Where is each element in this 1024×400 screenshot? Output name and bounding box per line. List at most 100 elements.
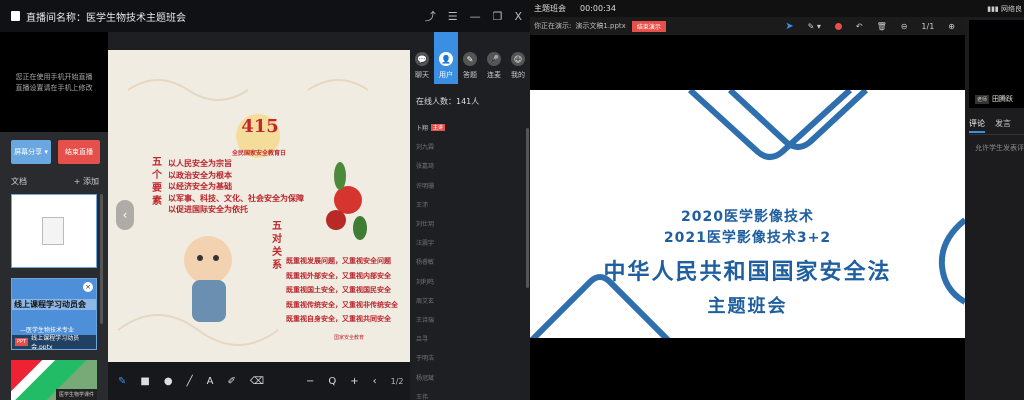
undo-icon[interactable]: ↶ <box>856 22 863 31</box>
list-item[interactable]: 王沛 <box>416 195 524 214</box>
line-tool-icon[interactable]: ╱ <box>187 376 193 387</box>
zoom-icon: Q <box>328 375 337 387</box>
pointer-icon[interactable]: ➤ <box>785 21 793 32</box>
poster-signature: 国家安全教育 <box>334 335 365 341</box>
file-type-badge: PPT <box>15 338 29 346</box>
list-item[interactable]: 刘仕玥 <box>416 214 524 233</box>
annotation-toolbar: ✎ ■ ● ╱ A ✐ ⌫ − Q + ‹ 1/2 › <box>108 362 422 400</box>
slide-subtitle: 主题班会 <box>707 296 788 317</box>
list-item[interactable]: 王伟 <box>416 387 524 400</box>
page-indicator: 1/2 <box>390 376 404 386</box>
restore-icon[interactable]: ❐ <box>493 10 503 23</box>
user-icon: 👤 <box>439 52 453 66</box>
circle-tool-icon[interactable]: ● <box>164 376 173 387</box>
poster-item: 以促进国际安全为依托 <box>168 205 248 214</box>
presenting-file: 演示文稿1.pptx <box>575 22 626 30</box>
comment-sidebar: ▮▮▮ 网络良 老师 田腾跃 评论 发言 允许学生发表评论 <box>965 0 1024 400</box>
slide-stage: 415 全民国家安全教育日 五个要素 以人民安全为宗旨 以政治安全为根本 以经济… <box>108 32 422 400</box>
poster-item: 既重视国土安全，又重视国民安全 <box>286 286 391 294</box>
tab-mic[interactable]: 🎤 连麦 <box>482 32 506 84</box>
list-item[interactable]: 刘利鸣 <box>416 272 524 291</box>
end-live-button[interactable]: 结束直播 <box>58 140 100 164</box>
remove-document-icon[interactable]: × <box>83 282 93 292</box>
tab-quiz[interactable]: ✎ 答题 <box>458 32 482 84</box>
online-count: 在线人数：141人 <box>416 97 480 106</box>
menu-icon[interactable]: ☰ <box>448 10 458 23</box>
document-thumbnail[interactable]: 医学生物学课件 <box>11 360 97 400</box>
user-name: 卜翔 <box>416 125 429 133</box>
user-list-scrollbar[interactable] <box>526 128 529 288</box>
minimize-icon[interactable]: — <box>470 10 481 23</box>
poster-list-right: 既重视发展问题，又重视安全问题 既重视外部安全，又重视内部安全 既重视国土安全，… <box>286 254 398 327</box>
tab-mine[interactable]: ☺ 我的 <box>506 32 530 84</box>
sidebar-scrollbar[interactable] <box>100 194 103 324</box>
list-item[interactable]: 汪震宇 <box>416 233 524 252</box>
preview-text-line: 您正在使用手机开始直播 <box>15 73 93 81</box>
tab-users[interactable]: 👤 用户 <box>434 32 458 84</box>
poster-item: 既重视发展问题，又重视安全问题 <box>286 257 391 265</box>
list-item[interactable]: 周艾玄 <box>416 291 524 310</box>
rectangle-tool-icon[interactable]: ■ <box>140 376 149 387</box>
record-icon[interactable] <box>834 22 842 30</box>
tab-chat[interactable]: 💬 聊天 <box>410 32 434 84</box>
list-item[interactable]: 于明洁 <box>416 348 524 367</box>
slide-line: 2020医学影像技术 <box>681 209 814 225</box>
prev-page-button[interactable]: ‹ <box>373 376 377 387</box>
share-screen-button[interactable]: 屏幕分享 ▾ <box>11 140 51 164</box>
poster-item: 既重视传统安全，又重视非传统安全 <box>286 300 398 309</box>
tab-comments[interactable]: 评论 <box>969 118 985 133</box>
text-tool-icon[interactable]: A <box>207 376 214 387</box>
teacher-name: 田腾跃 <box>992 95 1014 103</box>
poster-item: 既重视自身安全，又重视共同安全 <box>286 315 391 323</box>
previous-slide-button[interactable]: ‹ <box>116 200 134 230</box>
poster-item: 以经济安全为基础 <box>168 182 232 191</box>
zoom-in-icon[interactable]: ⊕ <box>948 22 955 31</box>
window-controls: ⤴ ☰ — ❐ X <box>425 0 522 32</box>
network-status-text: 网络良 <box>1001 4 1022 13</box>
tab-label: 连麦 <box>487 71 501 79</box>
list-item[interactable]: 杨冠斌 <box>416 367 524 386</box>
list-item[interactable]: 杨睿敏 <box>416 252 524 271</box>
microphone-icon: 🎤 <box>487 52 501 66</box>
zoom-in-button[interactable]: + <box>350 376 358 387</box>
delete-icon[interactable]: 🗑 <box>877 22 887 31</box>
close-icon[interactable]: X <box>514 10 522 23</box>
list-item[interactable]: 许明珊 <box>416 176 524 195</box>
presentation-slide: 2020医学影像技术 2021医学影像技术3+2 中华人民共和国国家安全法 主题… <box>530 90 965 338</box>
presenting-label: 你正在演示: <box>534 22 572 30</box>
meeting-title: 主题班会 <box>534 4 566 13</box>
meeting-timer: 00:00:34 <box>580 4 616 13</box>
share-icon[interactable]: ⤴ <box>425 8 436 24</box>
quiz-icon: ✎ <box>463 52 477 66</box>
pen-tool-icon[interactable]: ✎ <box>118 376 126 387</box>
list-item[interactable]: 刘九霖 <box>416 137 524 156</box>
side-panel: 💬 聊天 👤 用户 ✎ 答题 🎤 连麦 ☺ 我的 在线人数：141人 卜翔 主讲… <box>410 32 530 400</box>
zoom-out-icon[interactable]: ⊖ <box>901 22 908 31</box>
document-thumbnail[interactable] <box>11 194 97 268</box>
teacher-name-tag: 老师 田腾跃 <box>975 94 1013 104</box>
list-item[interactable]: 卜翔 主讲 <box>416 118 524 137</box>
screen: 直播间名称：医学生物技术主题班会 ⤴ ☰ — ❐ X 您正在使用手机开始直播 直… <box>0 0 1024 400</box>
zoom-out-button[interactable]: − <box>306 376 314 387</box>
tab-speak[interactable]: 发言 <box>995 118 1011 133</box>
list-item[interactable]: 吕寻 <box>416 329 524 348</box>
comment-permission-hint: 允许学生发表评论 <box>975 144 1024 152</box>
chat-icon: 💬 <box>415 52 429 66</box>
profile-icon: ☺ <box>511 52 525 66</box>
pen-icon[interactable]: ✎ ▾ <box>808 22 821 31</box>
add-document-button[interactable]: + 添加 <box>74 176 99 187</box>
poster-slide: 415 全民国家安全教育日 五个要素 以人民安全为宗旨 以政治安全为根本 以经济… <box>108 50 410 370</box>
poster-vertical-heading: 五个要素 <box>152 157 162 207</box>
thumbnail-caption: PPT 线上课程学习动员会.pptx <box>12 335 96 349</box>
poster-item: 既重视外部安全，又重视内部安全 <box>286 271 391 280</box>
poster-subtitle: 全民国家安全教育日 <box>231 150 286 157</box>
list-item[interactable]: 张嘉琦 <box>416 156 524 175</box>
slide-title: 中华人民共和国国家安全法 <box>603 260 892 285</box>
clear-icon[interactable]: ⌫ <box>250 376 264 387</box>
tab-label: 答题 <box>463 71 477 79</box>
document-thumbnail[interactable]: 线上课程学习动员会 —医学生物技术专业 × PPT 线上课程学习动员会.pptx <box>11 278 97 350</box>
list-item[interactable]: 王诗瑞 <box>416 310 524 329</box>
end-presentation-button[interactable]: 结束演示 <box>631 20 666 32</box>
eraser-icon[interactable]: ✐ <box>227 376 235 387</box>
tab-label: 我的 <box>511 71 525 79</box>
